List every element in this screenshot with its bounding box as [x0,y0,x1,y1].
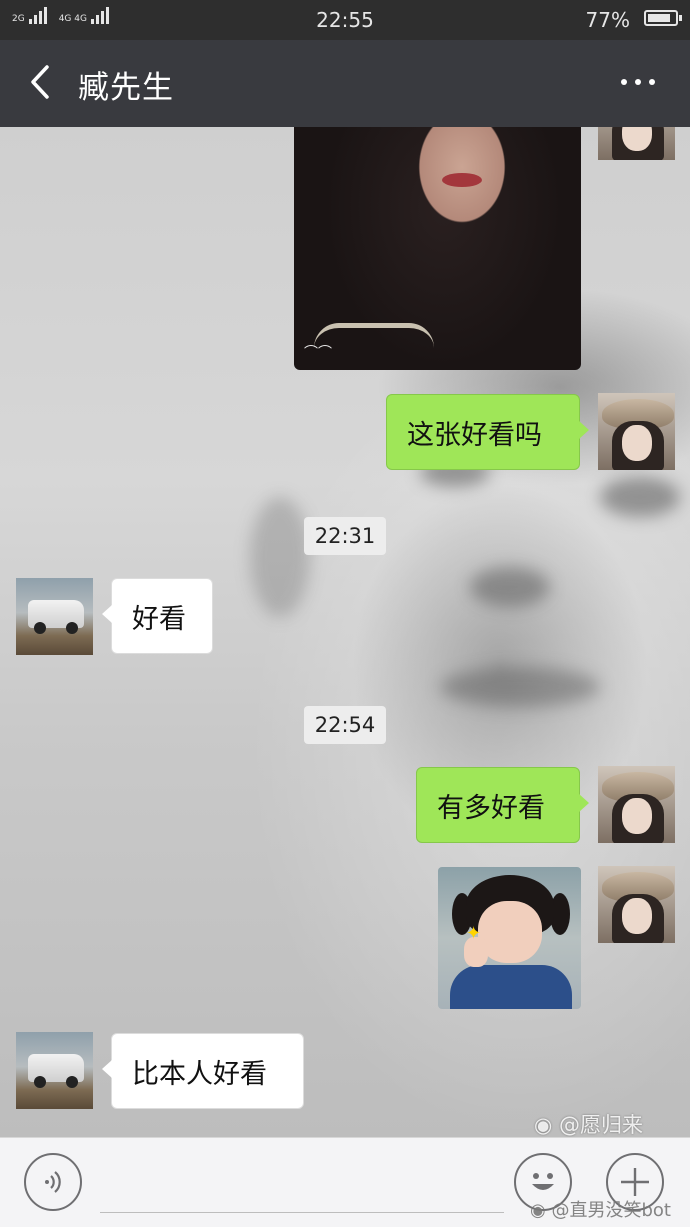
voice-input-button[interactable] [24,1153,82,1211]
weibo-logo-icon: ◉ [534,1113,553,1137]
message-text: 好看 [132,603,186,635]
contact-message-bubble[interactable]: 好看 [102,578,213,654]
self-avatar[interactable] [598,393,675,470]
self-avatar[interactable] [598,766,675,843]
more-options-button[interactable] [612,62,664,102]
timestamp: 22:54 [304,706,386,744]
self-avatar[interactable] [598,127,675,160]
message-text: 这张好看吗 [407,419,542,451]
chat-screen: 2G 4G 4G 22:55 77% 臧先生 ⌒⌒ 这张好看吗 22:31 好看… [0,0,690,1227]
weibo-watermark: ◉ @愿归来 [534,1109,643,1137]
sparkle-icon: ✦ [466,923,482,944]
voice-icon [45,1171,61,1193]
self-message-bubble[interactable]: 这张好看吗 [386,394,589,470]
input-bar: ◉ @直男没笑bot [0,1137,690,1227]
battery-percent: 77% [585,8,630,32]
status-bar: 2G 4G 4G 22:55 77% [0,0,690,40]
chat-messages: ⌒⌒ 这张好看吗 22:31 好看 22:54 有多好看 ✦ 比本人好看 ◉ @… [0,127,690,1137]
battery-icon [644,10,682,26]
weibo-logo-icon: ◉ [530,1200,546,1221]
message-input[interactable] [100,1152,504,1213]
chat-title: 臧先生 [78,70,174,106]
contact-avatar[interactable] [16,578,93,655]
plus-icon [621,1168,649,1196]
timestamp: 22:31 [304,517,386,555]
contact-message-bubble[interactable]: 比本人好看 [102,1033,304,1109]
title-bar: 臧先生 [0,40,690,127]
back-button[interactable] [18,60,62,104]
self-message-bubble[interactable]: 有多好看 [416,767,589,843]
self-avatar[interactable] [598,866,675,943]
image-watermark-icon: ⌒⌒ [304,345,332,361]
contact-avatar[interactable] [16,1032,93,1109]
chevron-left-icon [31,65,49,99]
message-text: 有多好看 [437,792,545,824]
image-message-portrait[interactable]: ⌒⌒ [294,127,581,370]
weibo-watermark-text: @愿归来 [559,1113,644,1137]
more-dots-icon [621,79,627,85]
sticker-message-girl-pointing[interactable]: ✦ [438,867,581,1009]
weibo-watermark-text: @直男没笑bot [551,1200,671,1221]
weibo-watermark: ◉ @直男没笑bot [530,1196,671,1222]
message-text: 比本人好看 [132,1058,267,1090]
